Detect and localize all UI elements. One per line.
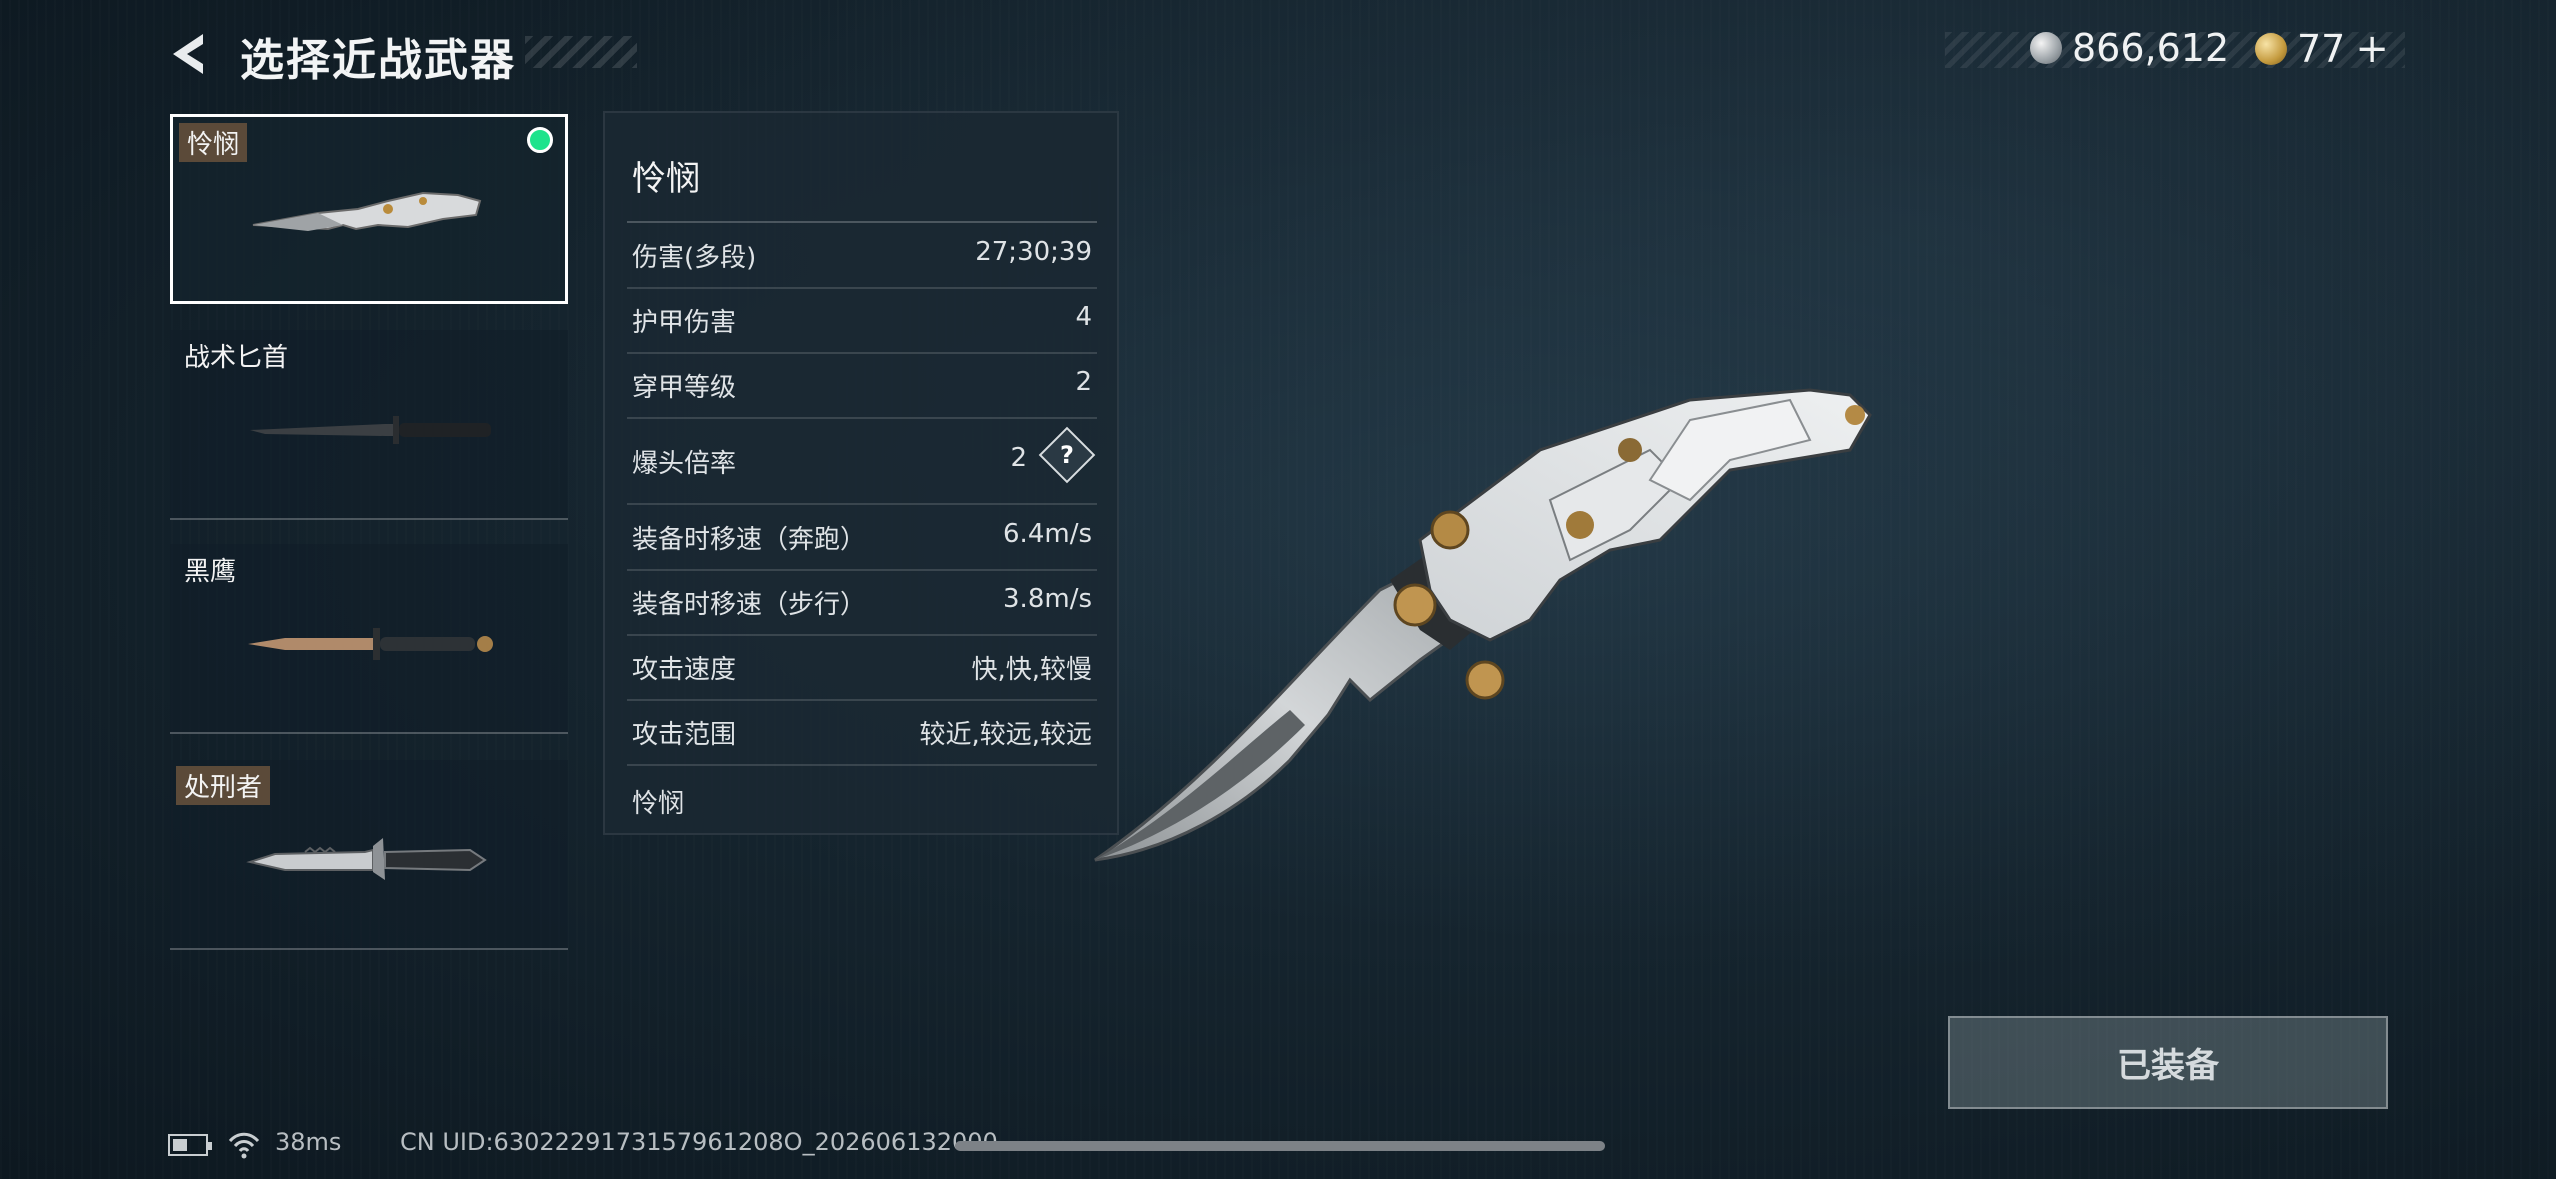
stat-label: 爆头倍率 xyxy=(632,449,737,479)
stat-label: 攻击速度 xyxy=(632,655,737,685)
row-divider xyxy=(627,634,1097,636)
panel-divider xyxy=(627,221,1097,223)
row-divider xyxy=(627,503,1097,505)
executioner-knife-icon xyxy=(246,838,487,880)
gold-coin-icon xyxy=(2255,33,2287,65)
card-divider xyxy=(170,732,568,734)
home-indicator[interactable] xyxy=(955,1141,1605,1151)
silver-amount: 866,612 xyxy=(2072,26,2230,70)
row-divider xyxy=(627,699,1097,701)
weapon-card-lianmin[interactable]: 怜悯 xyxy=(170,114,568,304)
weapon-detail-name: 怜悯 xyxy=(632,159,700,199)
stat-label: 攻击范围 xyxy=(632,720,737,750)
silver-coin-icon xyxy=(2030,32,2062,64)
ping-text: 38ms xyxy=(275,1128,342,1156)
wifi-icon xyxy=(228,1132,260,1159)
silver-currency: 866,612 xyxy=(2030,26,2229,70)
stat-value: 27;30;39 xyxy=(975,237,1092,267)
stat-value: 2 xyxy=(1010,443,1027,473)
weapon-name: 怜悯 xyxy=(179,123,248,162)
weapon-card-tactical-dagger[interactable]: 战术匕首 xyxy=(170,330,568,520)
row-divider xyxy=(627,569,1097,571)
stat-label: 护甲伤害 xyxy=(632,308,737,338)
stat-value: 快,快,较慢 xyxy=(971,655,1092,685)
gold-currency[interactable]: 77 + xyxy=(2255,26,2389,72)
stat-value: 6.4m/s xyxy=(1003,519,1092,549)
weapon-card-executioner[interactable]: 处刑者 xyxy=(170,760,568,950)
add-currency-icon[interactable]: + xyxy=(2355,26,2389,72)
uid-text: CN UID:6302229173157961208O_202606132000 xyxy=(400,1128,998,1156)
weapon-card-black-hawk[interactable]: 黑鹰 xyxy=(170,544,568,734)
row-divider xyxy=(627,417,1097,419)
card-divider xyxy=(170,518,568,520)
page-title: 选择近战武器 xyxy=(240,35,516,86)
equipped-button[interactable]: 已装备 xyxy=(1948,1016,2388,1109)
card-divider xyxy=(170,948,568,950)
weapon-name: 处刑者 xyxy=(176,766,271,805)
weapon-description: 怜悯 xyxy=(632,789,685,819)
stat-value: 4 xyxy=(1075,302,1092,332)
stat-label: 伤害(多段) xyxy=(632,243,757,273)
weapon-name: 黑鹰 xyxy=(184,557,237,587)
stat-label: 装备时移速（奔跑） xyxy=(632,525,867,555)
title-decoration xyxy=(525,36,637,68)
weapon-detail-panel: 怜悯 伤害(多段) 27;30;39 护甲伤害 4 穿甲等级 2 爆头倍率 2 … xyxy=(603,111,1119,835)
black-hawk-knife-icon xyxy=(248,628,493,660)
back-arrow-icon[interactable] xyxy=(165,30,215,78)
weapon-name: 战术匕首 xyxy=(184,343,289,373)
gold-amount: 77 xyxy=(2297,27,2346,71)
equipped-indicator-icon xyxy=(527,127,553,153)
tactical-dagger-icon xyxy=(250,416,491,444)
row-divider xyxy=(627,764,1097,766)
row-divider xyxy=(627,352,1097,354)
karambit-knife-preview[interactable] xyxy=(1090,380,1970,900)
stat-label: 穿甲等级 xyxy=(632,373,737,403)
stat-label: 装备时移速（步行） xyxy=(632,590,867,620)
battery-icon xyxy=(168,1134,212,1156)
stat-value: 较近,较远,较远 xyxy=(919,720,1092,750)
karambit-knife-icon xyxy=(252,191,482,231)
stat-value: 3.8m/s xyxy=(1003,584,1092,614)
row-divider xyxy=(627,287,1097,289)
help-icon[interactable]: ? xyxy=(1038,426,1096,484)
